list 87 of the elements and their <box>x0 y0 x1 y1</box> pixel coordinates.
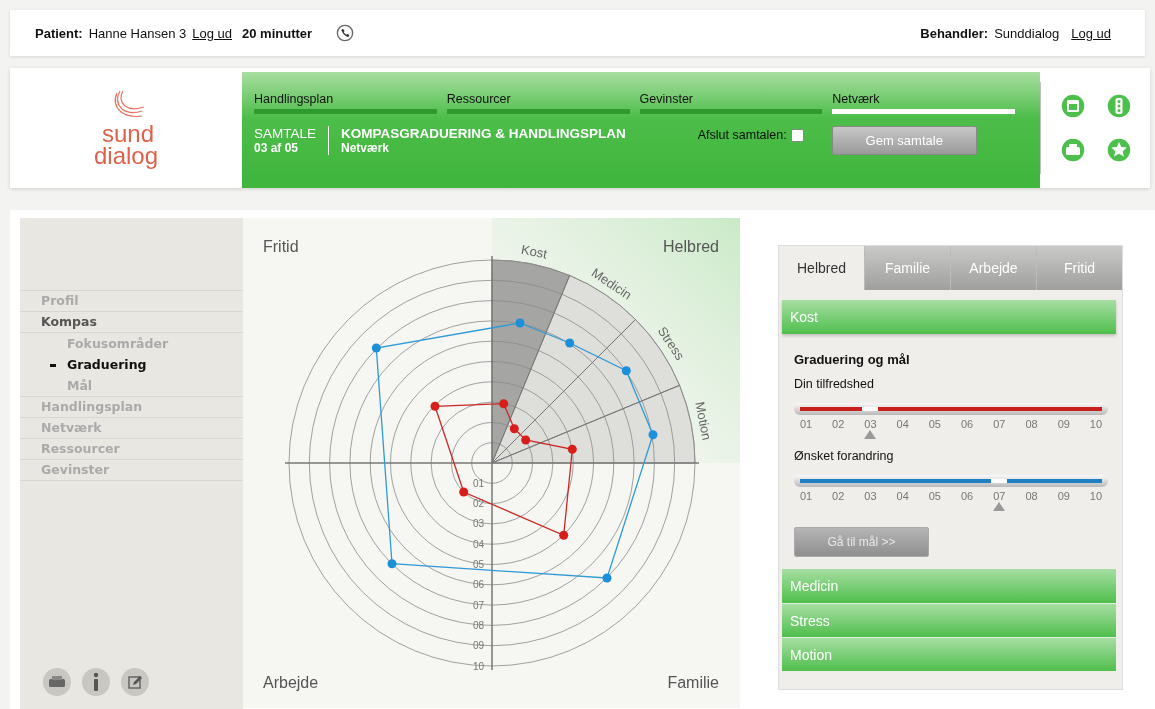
quadrant-label: Fritid <box>263 238 299 255</box>
section-header[interactable]: Kost <box>782 300 1116 334</box>
quadrant-label: Familie <box>667 674 719 691</box>
sidebar-item[interactable]: Kompas <box>20 312 243 333</box>
tick-label: 02 <box>831 490 846 502</box>
slider-thumb[interactable] <box>991 479 1008 483</box>
tick-label: 09 <box>1056 490 1071 502</box>
session-duration: 20 minutter <box>242 25 313 41</box>
tick-label: 03 <box>863 490 878 502</box>
sidebar-item[interactable]: Netværk <box>20 418 243 439</box>
section-header[interactable]: Motion <box>782 637 1116 671</box>
finish-checkbox[interactable] <box>790 128 804 142</box>
tick-label: 08 <box>472 619 484 631</box>
logo-text: dialog <box>93 145 159 167</box>
tick-label: 07 <box>992 490 1007 502</box>
tick-label: 10 <box>1088 418 1104 430</box>
tick-label: 05 <box>472 559 484 570</box>
goal-button[interactable]: Gå til mål >> <box>794 527 929 557</box>
tick-label: 02 <box>831 418 846 430</box>
sidebar-item[interactable]: Ressourcer <box>20 439 243 460</box>
tick-label: 01 <box>798 490 814 502</box>
sidebar-subitem[interactable]: Graduering <box>20 354 243 375</box>
sidebar-item[interactable]: Gevinster <box>20 460 243 481</box>
tick-label: 06 <box>472 579 484 591</box>
finish-label: Afslut samtalen: <box>697 128 787 142</box>
slider-thumb[interactable] <box>862 407 879 411</box>
section-heading: Graduering og mål <box>794 352 911 367</box>
therapist-label: Behandler: <box>920 25 989 41</box>
sector-label: Kost <box>519 241 549 262</box>
pointer-icon <box>993 502 1006 511</box>
sidebar-item[interactable]: Profil <box>20 291 243 312</box>
category-tab[interactable]: Familie <box>864 246 950 290</box>
tick-label: 03 <box>863 418 878 430</box>
pointer-icon <box>864 430 877 439</box>
logout-link[interactable]: Log ud <box>192 25 232 41</box>
quadrant-label: Arbejde <box>263 674 319 691</box>
tick-label: 06 <box>959 418 975 430</box>
nav-tab[interactable]: Gevinster <box>639 92 823 114</box>
printer-icon[interactable] <box>1059 137 1086 163</box>
edit-icon[interactable] <box>120 667 150 697</box>
section-header[interactable]: Stress <box>782 603 1116 637</box>
sidebar-item[interactable]: Handlingsplan <box>20 397 243 418</box>
tick-label: 08 <box>1024 418 1039 430</box>
logo-text: sund <box>100 123 154 145</box>
session-subheading: Netværk <box>341 141 391 155</box>
traffic-light-icon[interactable] <box>1105 93 1132 119</box>
calendar-icon[interactable] <box>1059 93 1086 119</box>
printer-icon[interactable] <box>42 667 72 697</box>
tick-label: 05 <box>927 418 942 430</box>
tick-label: 01 <box>798 418 814 430</box>
tick-label: 02 <box>472 498 484 510</box>
tick-label: 04 <box>895 418 910 430</box>
tick-label: 06 <box>959 490 975 502</box>
session-count: 03 af 05 <box>254 141 300 155</box>
nav-tab[interactable]: Ressourcer <box>446 92 630 114</box>
tick-label: 10 <box>1088 490 1104 502</box>
phone-icon[interactable] <box>336 24 355 42</box>
section-header[interactable]: Medicin <box>782 569 1116 603</box>
tick-label: 07 <box>472 599 484 611</box>
tick-label: 09 <box>1056 418 1071 430</box>
slider-label: Ønsket forandring <box>794 449 895 463</box>
sector-label: Motion <box>692 400 715 442</box>
slider-label: Din tilfredshed <box>794 377 875 391</box>
nav-tab[interactable]: Netværk <box>832 92 1015 114</box>
session-title: SAMTALE <box>254 126 316 141</box>
tick-label: 05 <box>927 490 942 502</box>
therapist-name: Sunddialog <box>994 25 1060 41</box>
tick-label: 01 <box>472 477 484 489</box>
tick-label: 04 <box>472 538 484 550</box>
category-tab[interactable]: Arbejde <box>950 246 1036 290</box>
tick-label: 09 <box>472 640 484 652</box>
tick-label: 03 <box>472 518 484 530</box>
sidebar-subitem[interactable]: Mål <box>20 375 243 396</box>
sidebar-subitem[interactable]: Fokusområder <box>20 333 243 354</box>
nav-tab[interactable]: Handlingsplan <box>254 92 437 114</box>
tick-label: 10 <box>472 660 484 672</box>
patient-label: Patient: <box>35 25 83 41</box>
tick-label: 04 <box>895 490 910 502</box>
tick-label: 08 <box>1024 490 1039 502</box>
session-heading: KOMPASGRADUERING & HANDLINGSPLAN <box>341 126 626 141</box>
tick-label: 07 <box>992 418 1007 430</box>
info-icon[interactable] <box>81 667 111 697</box>
logout-link[interactable]: Log ud <box>1071 25 1111 41</box>
patient-name: Hanne Hansen 3 <box>88 25 187 41</box>
category-tab[interactable]: Fritid <box>1036 246 1122 290</box>
save-button[interactable]: Gem samtale <box>831 126 977 155</box>
quadrant-label: Helbred <box>662 238 719 255</box>
